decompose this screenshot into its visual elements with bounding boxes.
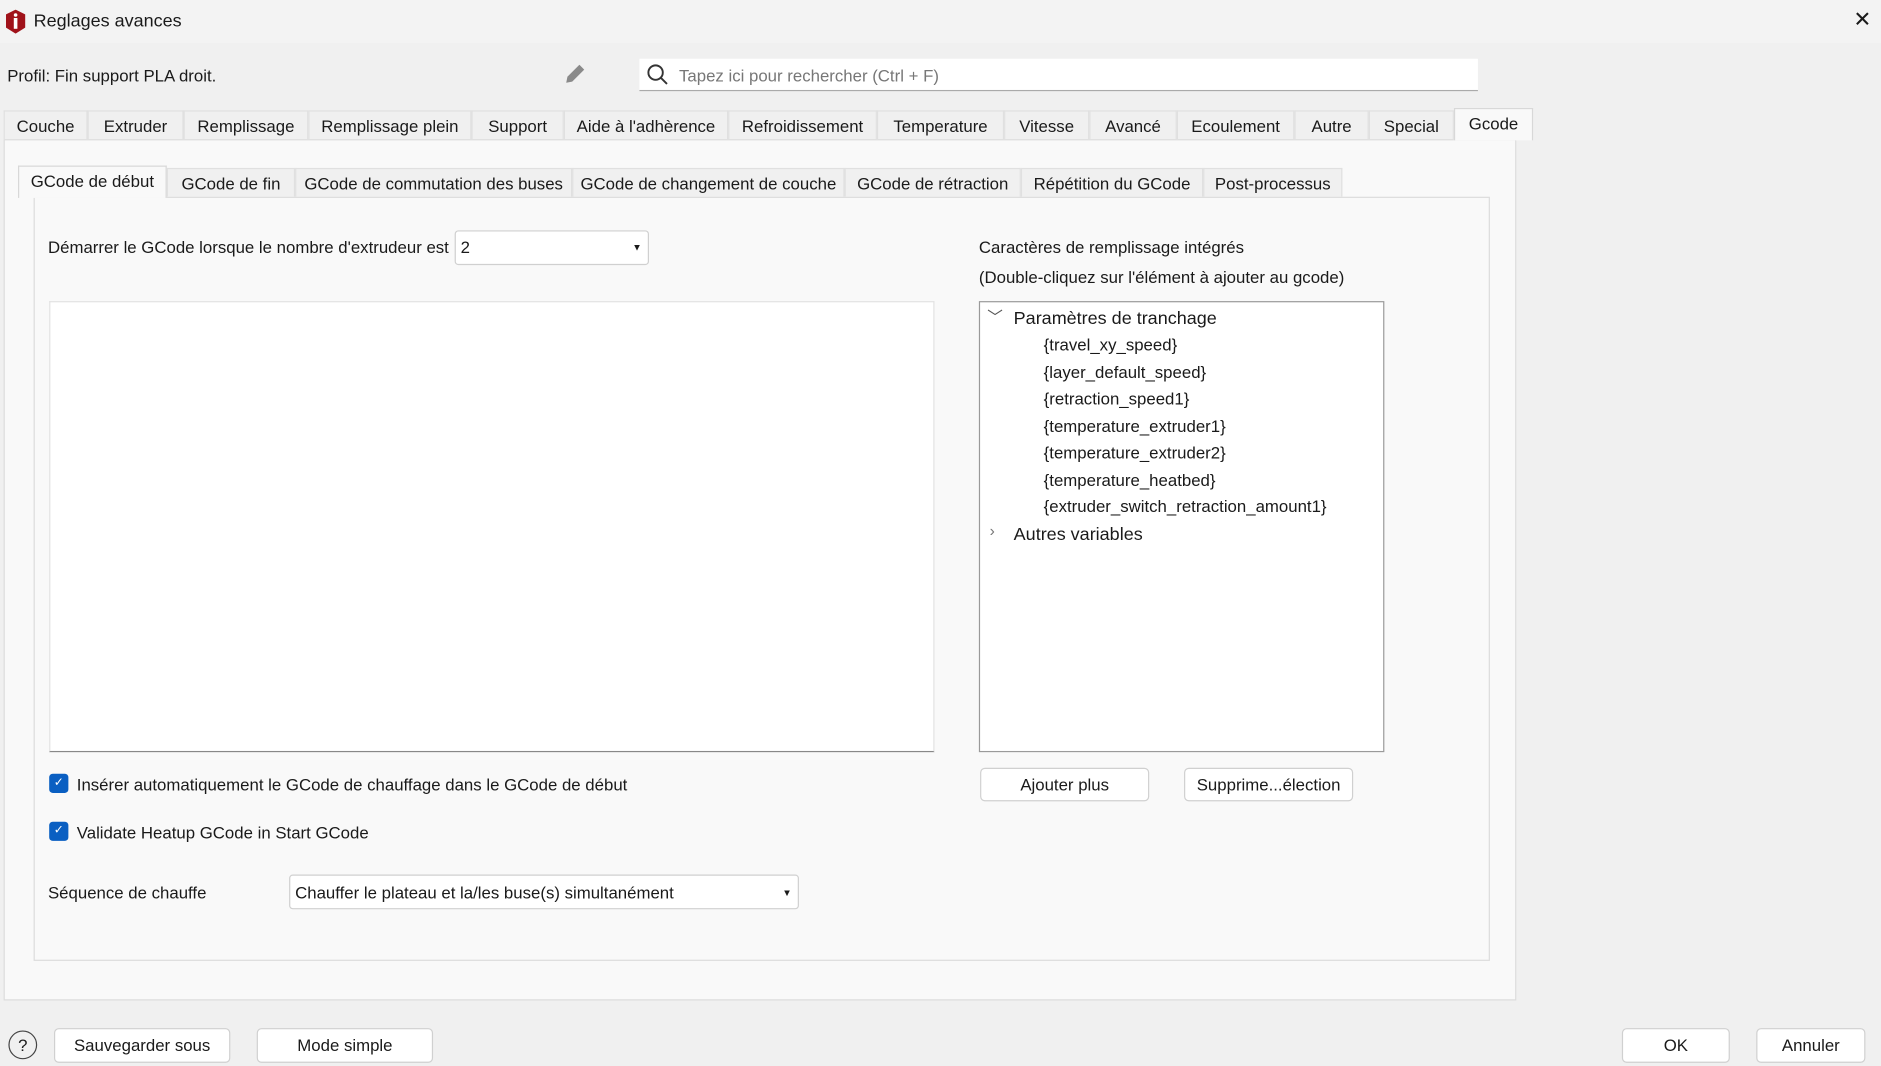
- tree-item[interactable]: {layer_default_speed}: [1044, 362, 1206, 381]
- validate-heatup-label: Validate Heatup GCode in Start GCode: [76, 822, 369, 843]
- tree-item[interactable]: {temperature_heatbed}: [1044, 470, 1216, 489]
- gcode-editor[interactable]: [49, 301, 935, 753]
- placeholders-hint: (Double-cliquez sur l'élément à ajouter …: [978, 267, 1345, 287]
- search-input[interactable]: Tapez ici pour rechercher (Ctrl + F): [639, 58, 1478, 92]
- extruder-count-label: Démarrer le GCode lorsque le nombre d'ex…: [47, 237, 449, 257]
- ok-button[interactable]: OK: [1621, 1028, 1730, 1063]
- auto-heat-label: Insérer automatiquement le GCode de chau…: [76, 774, 628, 795]
- search-icon: [647, 64, 668, 85]
- tree-item[interactable]: {travel_xy_speed}: [1044, 335, 1178, 354]
- tab-3[interactable]: Remplissage plein: [308, 110, 472, 140]
- tab-7[interactable]: Temperature: [876, 110, 1005, 140]
- remove-selection-button[interactable]: Supprime...élection: [1184, 767, 1354, 802]
- title-bar: [0, 0, 1881, 44]
- add-more-button[interactable]: Ajouter plus: [980, 767, 1150, 802]
- save-as-button[interactable]: Sauvegarder sous: [53, 1028, 231, 1063]
- heat-sequence-value: Chauffer le plateau et la/les buse(s) si…: [295, 882, 674, 903]
- chevron-down-icon[interactable]: ﹀: [987, 305, 1003, 328]
- subtab-0[interactable]: GCode de début: [17, 165, 167, 198]
- simple-mode-button[interactable]: Mode simple: [256, 1028, 434, 1063]
- subtab-2[interactable]: GCode de commutation des buses: [295, 167, 573, 197]
- edit-pencil-icon[interactable]: [563, 62, 587, 86]
- validate-heatup-checkbox[interactable]: ✓: [49, 821, 69, 841]
- heat-sequence-select[interactable]: Chauffer le plateau et la/les buse(s) si…: [289, 874, 799, 910]
- dropdown-arrow-icon: ▼: [632, 242, 642, 254]
- tab-13[interactable]: Gcode: [1453, 107, 1534, 141]
- tab-2[interactable]: Remplissage: [183, 110, 309, 140]
- placeholder-tree[interactable]: ﹀ Paramètres de tranchage {travel_xy_spe…: [978, 301, 1385, 753]
- search-placeholder: Tapez ici pour rechercher (Ctrl + F): [678, 65, 939, 86]
- heat-sequence-label: Séquence de chauffe: [47, 882, 207, 903]
- tab-4[interactable]: Support: [471, 110, 564, 140]
- tab-12[interactable]: Special: [1368, 110, 1454, 140]
- tab-10[interactable]: Ecoulement: [1176, 110, 1295, 140]
- close-icon[interactable]: ✕: [1853, 7, 1871, 32]
- tree-item[interactable]: {temperature_extruder2}: [1044, 443, 1226, 462]
- chevron-right-icon[interactable]: ›: [990, 522, 995, 540]
- tree-item[interactable]: {temperature_extruder1}: [1044, 416, 1226, 435]
- tab-6[interactable]: Refroidissement: [728, 110, 877, 140]
- tab-5[interactable]: Aide à l'adhèrence: [563, 110, 729, 140]
- auto-heat-checkbox[interactable]: ✓: [49, 773, 69, 793]
- tree-group-slicing[interactable]: Paramètres de tranchage: [1014, 308, 1217, 328]
- subtab-1[interactable]: GCode de fin: [166, 167, 296, 197]
- tab-9[interactable]: Avancé: [1089, 110, 1177, 140]
- tab-11[interactable]: Autre: [1294, 110, 1369, 140]
- cancel-button[interactable]: Annuler: [1756, 1028, 1866, 1063]
- tab-1[interactable]: Extruder: [87, 110, 184, 140]
- tree-group-other[interactable]: Autres variables: [1014, 524, 1143, 544]
- tab-0[interactable]: Couche: [3, 110, 88, 140]
- subtab-4[interactable]: GCode de rétraction: [844, 167, 1021, 197]
- window-title: Reglages avances: [33, 10, 182, 32]
- extruder-count-value: 2: [460, 237, 471, 257]
- tree-item[interactable]: {retraction_speed1}: [1044, 389, 1190, 408]
- subtab-3[interactable]: GCode de changement de couche: [572, 167, 845, 197]
- help-icon[interactable]: ?: [8, 1030, 38, 1060]
- tab-8[interactable]: Vitesse: [1004, 110, 1090, 140]
- profile-label: Profil: Fin support PLA droit.: [7, 65, 217, 86]
- tree-item[interactable]: {extruder_switch_retraction_amount1}: [1044, 497, 1327, 516]
- app-logo-icon: [5, 9, 26, 34]
- placeholders-title: Caractères de remplissage intégrés: [978, 237, 1245, 257]
- dropdown-arrow-icon: ▼: [782, 887, 792, 899]
- subtab-6[interactable]: Post-processus: [1203, 167, 1343, 197]
- subtab-5[interactable]: Répétition du GCode: [1020, 167, 1204, 197]
- extruder-count-select[interactable]: 2 ▼: [454, 230, 649, 266]
